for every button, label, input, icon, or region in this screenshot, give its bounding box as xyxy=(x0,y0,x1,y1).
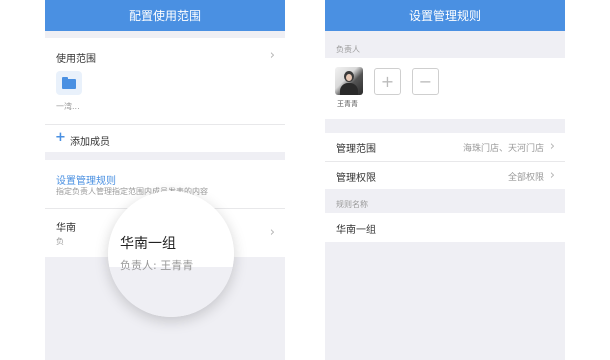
manage-permission-label: 管理权限 xyxy=(336,173,376,184)
rule-name-value[interactable]: 华南一组 xyxy=(336,221,376,236)
owner-section-header: 负责人 xyxy=(336,45,360,54)
nav-bar: 配置使用范围 xyxy=(45,0,285,31)
manage-scope-value: 海珠门店、天河门店 xyxy=(462,144,544,154)
nav-bar: 设置管理规则 xyxy=(325,0,565,31)
chevron-right-icon[interactable]: › xyxy=(270,48,275,63)
page-title: 配置使用范围 xyxy=(128,9,201,23)
chevron-right-icon[interactable]: › xyxy=(550,168,555,183)
left-phone-screen: 配置使用范围 使用范围 › 一湾... + 添加成员 设置管理规则 指定负责人管… xyxy=(45,0,285,360)
chevron-right-icon[interactable]: › xyxy=(270,225,275,240)
page-title: 设置管理规则 xyxy=(408,9,481,23)
owner-name: 王青青 xyxy=(337,100,358,108)
folder-icon[interactable] xyxy=(56,71,82,95)
minus-icon[interactable]: − xyxy=(412,68,439,95)
magnified-owner: 负责人: 王青青 xyxy=(120,259,194,272)
rule-name-header: 规则名称 xyxy=(336,200,368,209)
add-member-label: 添加成员 xyxy=(70,137,110,148)
magnifier-callout: 华南一组 负责人: 王青青 xyxy=(108,191,234,317)
plus-icon: + xyxy=(55,130,66,145)
magnified-group-name: 华南一组 xyxy=(120,236,176,252)
group-name-partial: 华南 xyxy=(56,223,76,234)
department-label: 一湾... xyxy=(56,102,80,111)
manage-scope-label: 管理范围 xyxy=(336,144,376,155)
manage-permission-value: 全部权限 xyxy=(507,173,544,183)
set-rule-link[interactable]: 设置管理规则 xyxy=(56,172,116,187)
group-owner-partial: 负 xyxy=(56,237,64,246)
plus-icon[interactable]: + xyxy=(374,68,401,95)
scope-label: 使用范围 xyxy=(56,54,96,65)
user-avatar[interactable] xyxy=(335,67,363,95)
right-phone-screen: 设置管理规则 负责人 王青青 + − 管理范围 海珠门店、天河门店 › 管理权限… xyxy=(325,0,565,360)
chevron-right-icon[interactable]: › xyxy=(550,139,555,154)
